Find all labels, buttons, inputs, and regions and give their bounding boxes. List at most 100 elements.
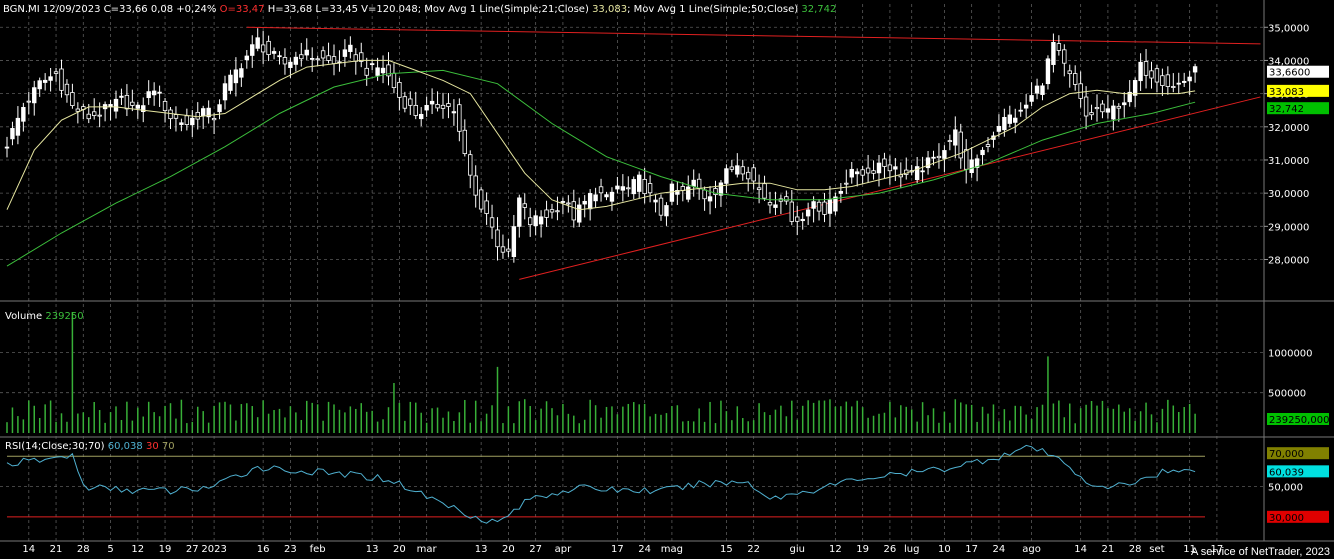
candle-body <box>478 189 484 210</box>
candle-body <box>566 202 571 205</box>
candle-body <box>42 79 48 83</box>
candle-body <box>500 246 506 253</box>
volume-value: 239250 <box>45 311 84 322</box>
x-tick-label: set <box>1149 544 1164 555</box>
ma50-label: ; Mov Avg 1 Line(Simple;50;Close) <box>627 4 799 15</box>
candle-body <box>811 201 816 209</box>
candle-body <box>506 248 511 252</box>
candle-body <box>729 166 735 170</box>
candle-body <box>211 118 217 121</box>
x-tick-label: 15 <box>720 544 733 555</box>
candle-body <box>331 56 337 65</box>
candle-body <box>860 169 865 176</box>
x-tick-label: 20 <box>393 544 406 555</box>
candle-body <box>64 83 70 96</box>
candle-body <box>1034 85 1040 94</box>
candle-body <box>762 183 767 199</box>
candle-body <box>239 68 244 78</box>
rsi-upper: 70 <box>161 441 175 452</box>
candle-body <box>48 76 53 81</box>
candle-body <box>4 146 10 149</box>
candle-body <box>217 104 222 113</box>
candle-body <box>1105 108 1111 113</box>
x-tick-label: 28 <box>1129 544 1142 555</box>
candle-body <box>440 104 446 109</box>
candle-body <box>162 100 168 112</box>
candle-body <box>353 54 358 62</box>
candle-body <box>26 100 31 103</box>
candle-body <box>784 196 789 202</box>
candle-body <box>691 179 696 187</box>
candle-body <box>947 140 953 142</box>
candle-body <box>15 117 21 136</box>
candle-body <box>555 210 560 213</box>
candle-body <box>250 44 255 56</box>
candle-body <box>1122 102 1127 106</box>
candle-body <box>1007 114 1012 124</box>
candle-body <box>642 178 647 195</box>
y-tick-label: 30,0000 <box>1268 189 1309 200</box>
candle-body <box>124 94 130 110</box>
candle-body <box>609 191 615 202</box>
candle-body <box>320 50 326 59</box>
candle-body <box>282 57 288 65</box>
candle-body <box>228 74 233 91</box>
candle-body <box>457 104 462 132</box>
candle-body <box>876 162 882 174</box>
candle-body <box>1013 117 1018 123</box>
candle-body <box>522 203 527 208</box>
ma21-value: 33,083 <box>592 4 628 15</box>
candle-body <box>653 199 658 203</box>
candle-body <box>887 164 893 172</box>
x-tick-label: 21 <box>50 544 63 555</box>
candle-body <box>326 55 331 61</box>
candle-body <box>1116 105 1121 109</box>
candle-body <box>364 67 369 76</box>
candle-body <box>1062 49 1067 64</box>
candle-body <box>397 82 402 98</box>
ma21-tag: 33,083 <box>1269 87 1304 98</box>
candle-body <box>1154 68 1160 83</box>
candle-body <box>342 49 348 57</box>
candle-body <box>402 96 408 109</box>
x-tick-label: 24 <box>993 544 1006 555</box>
candle-body <box>931 156 936 159</box>
candle-body <box>277 55 282 58</box>
candle-body <box>724 168 729 184</box>
candle-body <box>800 218 805 222</box>
candle-body <box>702 189 707 200</box>
x-tick-label: 17 <box>611 544 624 555</box>
candle-body <box>838 190 844 194</box>
x-tick-label: 13 <box>366 544 379 555</box>
y-tick-label: 31,0000 <box>1268 156 1309 167</box>
x-tick-label: mar <box>417 544 438 555</box>
candle-body <box>598 186 604 194</box>
candle-body <box>299 54 304 60</box>
candle-body <box>1083 96 1089 117</box>
candle-body <box>233 69 239 84</box>
candle-body <box>151 90 157 96</box>
candle-body <box>735 165 740 175</box>
candle-body <box>92 111 97 116</box>
ma50-value: 32,742 <box>801 4 837 15</box>
candle-body <box>1176 82 1181 85</box>
candle-body <box>200 108 206 117</box>
candle-body <box>560 201 566 203</box>
x-tick-label: 16 <box>257 544 270 555</box>
x-tick-label: 24 <box>638 544 651 555</box>
candle-body <box>375 67 380 76</box>
stock-chart[interactable]: 14 21 28 5 12 19 27 2023 16 23 feb 13 20 mar 13 20 27 apr… <box>0 0 1334 559</box>
x-tick-label: 27 <box>529 544 542 555</box>
x-tick-label: 19 <box>856 544 869 555</box>
candle-body <box>369 63 375 66</box>
candle-body <box>59 68 64 91</box>
candle-body <box>446 103 451 107</box>
candle-body <box>511 226 517 258</box>
candle-body <box>1132 80 1138 96</box>
y-tick-label: 29,0000 <box>1268 222 1309 233</box>
candle-body <box>996 125 1002 132</box>
candle-body <box>517 197 522 227</box>
candle-body <box>1094 107 1100 110</box>
candle-body <box>473 175 478 196</box>
candle-body <box>953 129 958 146</box>
